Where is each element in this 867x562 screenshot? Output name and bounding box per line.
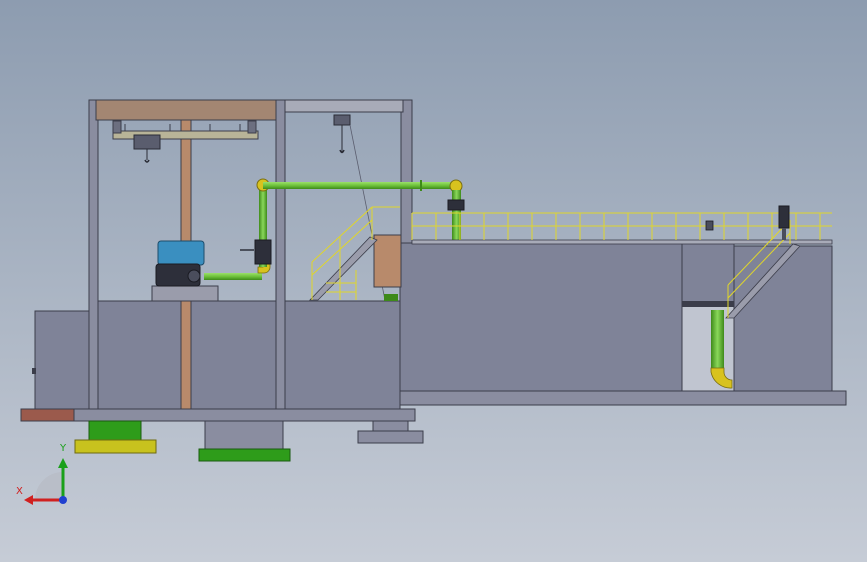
- right-tank-base-slab: [399, 390, 847, 406]
- triad-y-label: Y: [60, 443, 67, 454]
- header-pipe: [263, 182, 456, 189]
- triad-x-label: X: [16, 486, 23, 497]
- main-base-slab: [73, 408, 416, 422]
- roof-beam-steel: [284, 99, 404, 113]
- outlet-beam: [682, 301, 734, 307]
- pump-flange: [187, 269, 201, 283]
- main-basin-wall: [95, 300, 401, 410]
- middle-column: [275, 99, 286, 410]
- pump-discharge-pipe: [204, 273, 262, 280]
- stair-foot-pad: [384, 294, 398, 301]
- riser-valve: [254, 239, 272, 265]
- right-column: [400, 99, 413, 244]
- roof-beam-timber: [95, 99, 277, 121]
- cad-model-view: [0, 0, 867, 562]
- downcomer-valve: [447, 199, 465, 211]
- cad-viewport[interactable]: Y X: [0, 0, 867, 562]
- pump-plinth: [151, 285, 219, 302]
- crane-end-truck-right: [247, 120, 257, 134]
- triad-z-axis: [59, 496, 67, 504]
- outlet-pipe-vertical: [711, 310, 724, 370]
- right-outlet-chamber: [681, 242, 735, 303]
- agitator-shaft: [782, 228, 786, 240]
- footing-middle-pier: [204, 420, 284, 450]
- tank-nozzle: [32, 368, 36, 374]
- right-hoist-trolley: [333, 114, 351, 126]
- right-process-tank: [399, 242, 683, 392]
- footing-right-base: [357, 430, 424, 444]
- agitator-motor: [778, 205, 790, 229]
- left-side-tank: [34, 310, 90, 410]
- header-flange: [420, 180, 422, 191]
- right-end-tank: [733, 245, 833, 392]
- crane-end-truck-left: [112, 120, 122, 134]
- footing-middle-green: [198, 448, 291, 462]
- stair-landing-box: [373, 234, 402, 288]
- pump-motor: [157, 240, 205, 266]
- small-valve-platform: [705, 220, 714, 231]
- crane-hoist-body: [133, 134, 161, 150]
- soil-strip: [20, 408, 75, 422]
- footing-left-green: [88, 420, 142, 441]
- footing-left-yellow: [74, 439, 157, 454]
- left-column: [88, 99, 99, 410]
- footing-right-pier: [372, 420, 409, 432]
